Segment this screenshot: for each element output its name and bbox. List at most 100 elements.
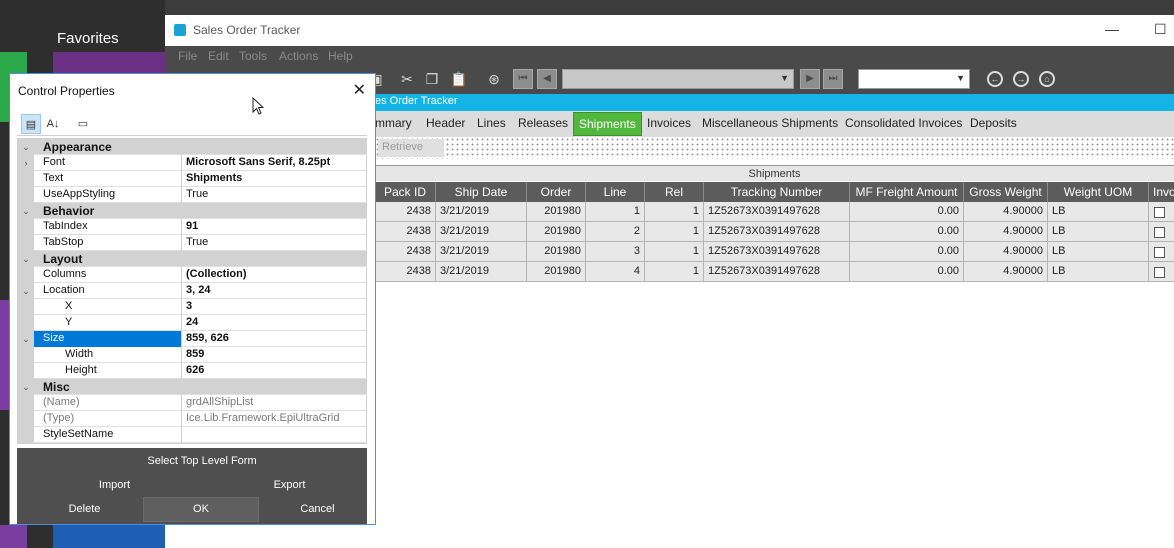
- collapse-icon[interactable]: ⌄: [18, 379, 34, 395]
- property-row-tabindex[interactable]: TabIndex 91: [18, 219, 367, 235]
- col-order[interactable]: Order: [527, 182, 586, 202]
- expand-icon[interactable]: ›: [18, 155, 34, 171]
- property-value[interactable]: (Collection): [183, 267, 367, 283]
- forward-icon[interactable]: →: [1013, 71, 1029, 87]
- cell-tracking-number[interactable]: 1Z52673X0391497628: [704, 242, 850, 262]
- cell-tracking-number[interactable]: 1Z52673X0391497628: [704, 222, 850, 242]
- property-row-size[interactable]: ⌄ Size 859, 626: [18, 331, 367, 347]
- property-value[interactable]: True: [183, 187, 367, 203]
- col-invoiced[interactable]: Invo: [1149, 182, 1174, 202]
- cell-pack-id[interactable]: 2438: [375, 202, 436, 222]
- cell-order[interactable]: 201980: [527, 222, 586, 242]
- cell-tracking-number[interactable]: 1Z52673X0391497628: [704, 202, 850, 222]
- tab-invoices[interactable]: Invoices: [647, 116, 691, 130]
- select-top-level-form-button[interactable]: Select Top Level Form: [117, 455, 287, 467]
- cell-mf-freight-amount[interactable]: 0.00: [850, 242, 964, 262]
- property-row-location[interactable]: ⌄ Location 3, 24: [18, 283, 367, 299]
- table-row[interactable]: 2438 3/21/2019 201980 3 1 1Z52673X0391497628 0…: [375, 242, 1174, 262]
- collapse-icon[interactable]: ⌄: [18, 251, 34, 267]
- cell-gross-weight[interactable]: 4.90000: [964, 262, 1048, 282]
- property-value[interactable]: 24: [183, 315, 367, 331]
- cell-line[interactable]: 1: [586, 202, 645, 222]
- cell-weight-uom[interactable]: LB: [1048, 262, 1149, 282]
- property-value[interactable]: 91: [183, 219, 367, 235]
- property-row-height[interactable]: Height 626: [18, 363, 367, 379]
- cell-mf-freight-amount[interactable]: 0.00: [850, 202, 964, 222]
- cell-ship-date[interactable]: 3/21/2019: [436, 202, 527, 222]
- favorite-tile-4[interactable]: [53, 525, 165, 548]
- property-value[interactable]: 3, 24: [183, 283, 367, 299]
- col-gross-weight[interactable]: Gross Weight: [964, 182, 1048, 202]
- property-row-stylesetname[interactable]: StyleSetName: [18, 427, 367, 443]
- cell-weight-uom[interactable]: LB: [1048, 202, 1149, 222]
- property-value[interactable]: Ice.Lib.Framework.EpiUltraGrid: [183, 411, 367, 427]
- cell-order[interactable]: 201980: [527, 262, 586, 282]
- property-value[interactable]: 626: [183, 363, 367, 379]
- cell-gross-weight[interactable]: 4.90000: [964, 222, 1048, 242]
- menu-help[interactable]: Help: [328, 49, 353, 63]
- cancel-button[interactable]: Cancel: [270, 503, 365, 515]
- table-row[interactable]: 2438 3/21/2019 201980 2 1 1Z52673X0391497628 0…: [375, 222, 1174, 242]
- import-button[interactable]: Import: [67, 479, 162, 491]
- alphabetical-sort-icon[interactable]: A↓: [43, 114, 63, 134]
- cell-pack-id[interactable]: 2438: [375, 222, 436, 242]
- menu-actions[interactable]: Actions: [279, 49, 318, 63]
- home-icon[interactable]: ⌂: [1039, 71, 1055, 87]
- cell-order[interactable]: 201980: [527, 202, 586, 222]
- first-record-button[interactable]: ⏮: [513, 69, 533, 89]
- tab-shipments[interactable]: Shipments: [573, 112, 642, 136]
- property-value[interactable]: [183, 427, 367, 443]
- menu-file[interactable]: File: [178, 49, 197, 63]
- category-layout[interactable]: ⌄ Layout: [18, 251, 367, 267]
- cut-icon[interactable]: ✂: [399, 71, 415, 87]
- property-row-useappstyling[interactable]: UseAppStyling True: [18, 187, 367, 203]
- tab-deposits[interactable]: Deposits: [970, 116, 1017, 130]
- cell-weight-uom[interactable]: LB: [1048, 242, 1149, 262]
- next-record-button[interactable]: ▶: [800, 69, 820, 89]
- paste-icon[interactable]: 📋: [450, 71, 467, 87]
- property-value[interactable]: 3: [183, 299, 367, 315]
- cell-rel[interactable]: 1: [645, 222, 704, 242]
- property-value[interactable]: Shipments: [183, 171, 367, 187]
- cell-invoiced[interactable]: [1149, 202, 1174, 222]
- property-pages-icon[interactable]: ▭: [73, 114, 93, 134]
- cell-weight-uom[interactable]: LB: [1048, 222, 1149, 242]
- ok-button[interactable]: OK: [143, 497, 259, 522]
- cell-ship-date[interactable]: 3/21/2019: [436, 262, 527, 282]
- col-mf-freight-amount[interactable]: MF Freight Amount: [850, 182, 964, 202]
- tab-summary[interactable]: mmary: [375, 116, 412, 130]
- categorized-view-icon[interactable]: ▤: [21, 114, 41, 134]
- property-row-x[interactable]: X3: [18, 299, 367, 315]
- cell-mf-freight-amount[interactable]: 0.00: [850, 262, 964, 282]
- col-weight-uom[interactable]: Weight UOM: [1048, 182, 1149, 202]
- tab-header[interactable]: Header: [426, 116, 465, 130]
- property-value[interactable]: 859: [183, 347, 367, 363]
- cell-invoiced[interactable]: [1149, 242, 1174, 262]
- cell-gross-weight[interactable]: 4.90000: [964, 202, 1048, 222]
- property-value[interactable]: grdAllShipList: [183, 395, 367, 411]
- cell-rel[interactable]: 1: [645, 262, 704, 282]
- favorite-tile-5[interactable]: [0, 525, 27, 548]
- table-row[interactable]: 2438 3/21/2019 201980 4 1 1Z52673X0391497628 0…: [375, 262, 1174, 282]
- cell-line[interactable]: 3: [586, 242, 645, 262]
- copy-icon[interactable]: ❐: [424, 71, 440, 87]
- property-row-type[interactable]: (Type) Ice.Lib.Framework.EpiUltraGrid: [18, 411, 367, 427]
- cell-ship-date[interactable]: 3/21/2019: [436, 242, 527, 262]
- export-button[interactable]: Export: [242, 479, 337, 491]
- menu-edit[interactable]: Edit: [208, 49, 229, 63]
- cell-invoiced[interactable]: [1149, 262, 1174, 282]
- tab-lines[interactable]: Lines: [477, 116, 506, 130]
- col-ship-date[interactable]: Ship Date: [436, 182, 527, 202]
- search-combo[interactable]: ▼: [858, 69, 970, 89]
- cell-line[interactable]: 2: [586, 222, 645, 242]
- col-pack-id[interactable]: Pack ID: [375, 182, 436, 202]
- cell-pack-id[interactable]: 2438: [375, 262, 436, 282]
- property-row-tabstop[interactable]: TabStop True: [18, 235, 367, 251]
- cell-pack-id[interactable]: 2438: [375, 242, 436, 262]
- collapse-icon[interactable]: ⌄: [18, 139, 34, 155]
- cell-ship-date[interactable]: 3/21/2019: [436, 222, 527, 242]
- category-behavior[interactable]: ⌄ Behavior: [18, 203, 367, 219]
- tab-miscellaneous-shipments[interactable]: Miscellaneous Shipments: [702, 116, 838, 130]
- cell-order[interactable]: 201980: [527, 242, 586, 262]
- property-value[interactable]: Microsoft Sans Serif, 8.25pt: [183, 155, 367, 171]
